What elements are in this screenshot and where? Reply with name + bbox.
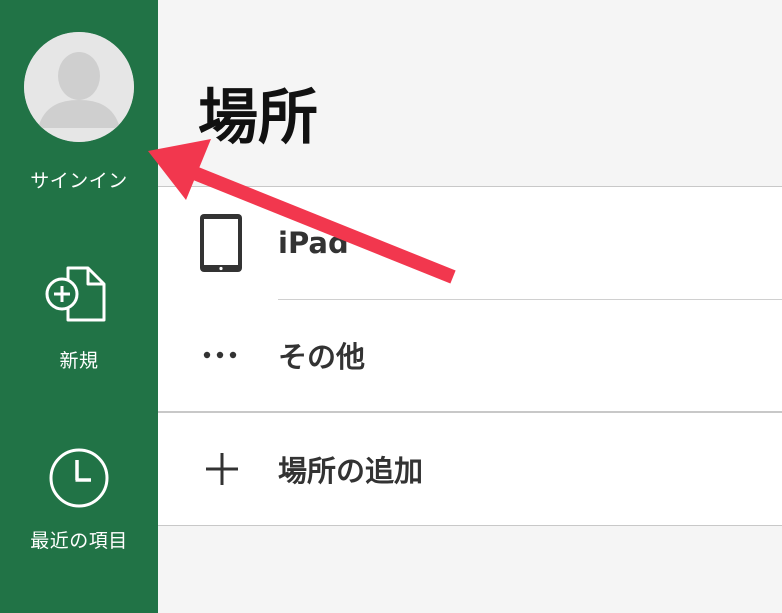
plus-icon bbox=[206, 453, 238, 485]
sign-in-label[interactable]: サインイン bbox=[0, 166, 158, 193]
location-label: iPad bbox=[278, 226, 349, 260]
new-label[interactable]: 新規 bbox=[0, 346, 158, 373]
add-location-label: 場所の追加 bbox=[278, 454, 424, 488]
sidebar: サインイン 新規 最近の項目 bbox=[0, 0, 158, 613]
recent-label[interactable]: 最近の項目 bbox=[0, 526, 158, 553]
new-document-icon[interactable] bbox=[44, 264, 108, 324]
avatar[interactable] bbox=[24, 32, 134, 142]
more-dots-icon bbox=[203, 351, 237, 359]
location-label: その他 bbox=[278, 340, 366, 374]
row-divider bbox=[278, 299, 782, 300]
add-location-button[interactable]: 場所の追加 bbox=[158, 412, 782, 526]
location-row-ipad[interactable]: iPad bbox=[158, 187, 782, 299]
main-panel: 場所 iPad その他 場所の追加 bbox=[158, 0, 782, 613]
page-title: 場所 bbox=[198, 83, 318, 153]
clock-icon[interactable] bbox=[47, 446, 111, 510]
user-silhouette-icon bbox=[24, 32, 134, 142]
locations-list: iPad その他 bbox=[158, 186, 782, 412]
location-row-other[interactable]: その他 bbox=[158, 299, 782, 411]
ipad-icon bbox=[200, 214, 242, 272]
